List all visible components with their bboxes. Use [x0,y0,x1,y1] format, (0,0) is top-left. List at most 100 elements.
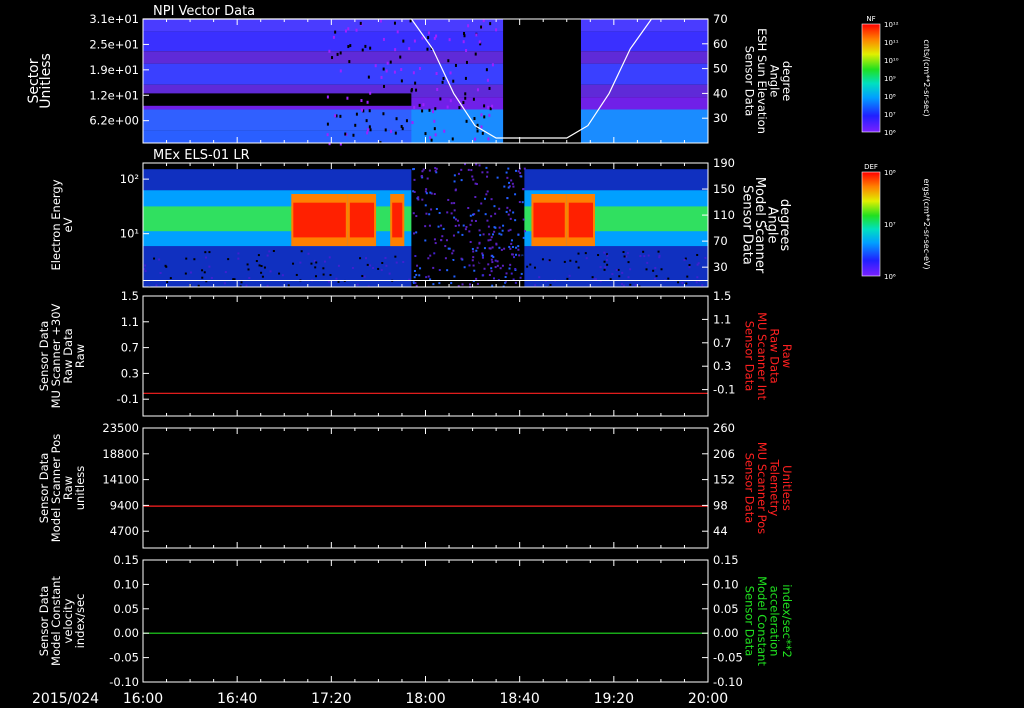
y-tick-label-right: 110 [713,208,735,222]
els-noise [517,248,520,251]
els-noise [476,246,479,249]
npi-speckle [430,138,433,142]
els-noise [450,202,453,205]
npi-speckle [434,107,437,111]
els-noise [431,260,434,263]
colorbar-tick: 10¹¹ [884,39,899,47]
els-noise [475,249,478,252]
els-noise [459,273,462,276]
els-noise [510,242,513,245]
els-noise [427,257,430,260]
y-tick-label-right: 0.10 [713,577,739,591]
els-noise [629,283,632,286]
right-axis-label-line: Raw Data [767,328,781,383]
els-noise [534,284,537,287]
els-noise [210,276,213,279]
npi-speckle [458,106,461,110]
els-noise [604,266,607,269]
els-noise [469,240,472,243]
els-noise [418,274,421,277]
left-axis-label: Sensor DataMU Scanner +30VRaw DataRaw [37,303,87,408]
els-noise [494,271,497,274]
y-tick-label-right: 70 [713,234,728,248]
colorbar-units: cnts/(cm**2-sr-sec) [922,39,931,116]
els-noise [499,267,502,270]
els-noise [468,264,471,267]
els-noise [645,268,648,271]
els-noise [667,277,670,280]
els-noise [493,277,496,280]
els-noise [695,281,698,284]
npi-speckle [384,101,387,105]
els-noise [428,213,431,216]
y-tick-label-right: 50 [713,62,728,76]
npi-speckle [364,44,367,48]
y-tick-label: 1.2e+01 [89,88,139,102]
els-noise [169,277,172,280]
npi-speckle [413,105,416,109]
right-axis-label-line: Raw [780,344,794,368]
npi-speckle [374,64,377,68]
y-tick-label: -0.05 [109,651,139,665]
els-noise [480,202,483,205]
els-noise [507,229,510,232]
right-axis-label-line: index/sec**2 [780,584,794,658]
els-noise [486,190,489,193]
npi-speckle [347,45,350,49]
npi-band [580,63,708,85]
npi-data-gap [143,93,412,106]
colorbar-tick: 10⁶ [884,273,896,281]
els-noise [421,170,424,173]
y-tick-label-right: 40 [713,86,728,100]
npi-speckle [465,119,468,123]
els-noise [496,176,499,179]
els-noise [486,175,489,178]
els-noise [485,193,488,196]
els-noise [454,218,457,221]
els-noise [622,284,625,287]
els-hot-core [392,202,403,238]
els-noise [434,169,437,172]
els-noise [414,255,417,258]
npi-speckle [435,72,438,76]
els-noise [606,254,609,257]
els-noise [388,272,391,275]
right-axis-label: Sensor DataModel Constantaccelerationind… [742,576,794,666]
els-noise [599,266,602,269]
els-noise [201,269,204,272]
npi-speckle [366,131,369,135]
y-tick-label-right: 98 [713,498,728,512]
els-noise [681,281,684,284]
els-noise [315,261,318,264]
els-noise [245,284,248,287]
els-noise [432,283,435,286]
els-noise [446,211,449,214]
els-noise [450,260,453,263]
els-noise [437,225,440,228]
npi-speckle [481,131,484,135]
npi-speckle [476,88,479,92]
npi-speckle [480,113,483,117]
els-noise [655,275,658,278]
els-noise [605,259,608,262]
els-noise [460,168,463,171]
els-noise [488,247,491,250]
els-noise [503,185,506,188]
els-noise [440,239,443,242]
els-noise [380,269,383,272]
els-noise [658,256,661,259]
right-axis-label-line: Angle [767,65,781,98]
els-noise [456,219,459,222]
panel-border [142,559,709,683]
els-noise [514,219,517,222]
els-noise [685,282,688,285]
els-noise [482,274,485,277]
npi-speckle [427,31,430,35]
els-noise [463,266,466,269]
els-noise [515,246,518,249]
els-noise [523,167,526,170]
els-noise [415,215,418,218]
els-noise [597,254,600,257]
y-tick-label-right: 60 [713,37,728,51]
els-noise [512,211,515,214]
